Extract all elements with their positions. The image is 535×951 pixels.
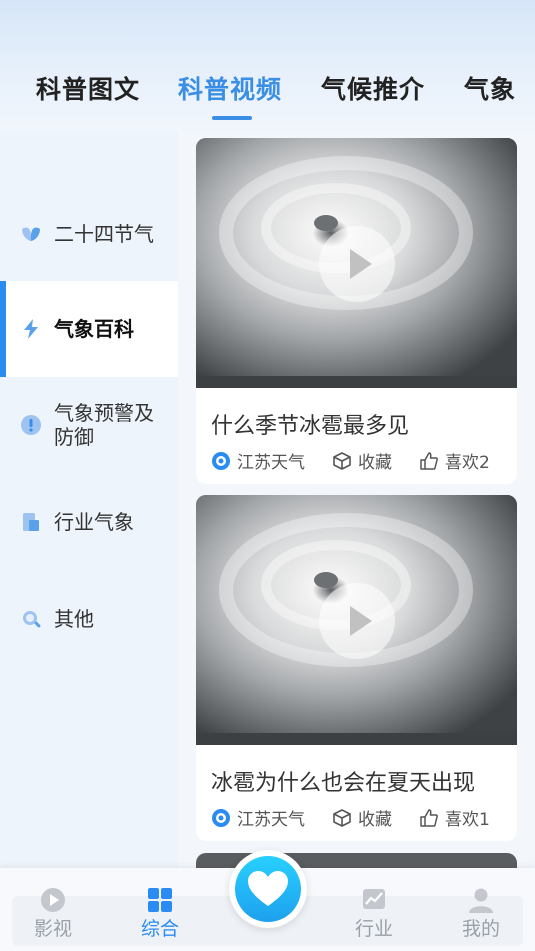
document-icon: [23, 513, 39, 531]
video-thumbnail[interactable]: [196, 495, 517, 745]
tab-qixiang[interactable]: 气象: [464, 70, 516, 106]
tab-qihou-tuijie[interactable]: 气候推介: [321, 70, 425, 106]
chart-icon: [363, 889, 385, 909]
source-label: 江苏天气: [237, 453, 305, 473]
like-button[interactable]: 喜欢2: [419, 448, 490, 473]
video-card[interactable]: 冰雹为什么也会在夏天出现 江苏天气 收藏 喜欢1: [196, 495, 517, 841]
sidebar-item-label: 气象百科: [54, 317, 134, 341]
tab-kepu-shipin[interactable]: 科普视频: [178, 70, 282, 106]
nav-item-video[interactable]: 影视: [18, 886, 88, 941]
nav-label: 行业: [354, 918, 393, 940]
active-tab-indicator: [212, 116, 252, 120]
like-label: 喜欢1: [445, 810, 490, 830]
collect-label: 收藏: [358, 810, 392, 830]
video-card[interactable]: 什么季节冰雹最多见 江苏天气 收藏 喜欢2: [196, 138, 517, 484]
source-logo-icon: [212, 451, 230, 470]
like-label: 喜欢2: [445, 453, 490, 473]
grid-icon: [148, 888, 172, 912]
nav-label: 我的: [461, 918, 500, 940]
cube-icon: [333, 808, 351, 827]
collect-button[interactable]: 收藏: [332, 805, 392, 830]
video-title: 冰雹为什么也会在夏天出现: [211, 771, 476, 796]
magnifier-icon: [23, 611, 41, 628]
nav-item-mine[interactable]: 我的: [446, 886, 516, 941]
leaf-icon: [22, 227, 40, 241]
sidebar-item-label: 行业气象: [54, 510, 134, 534]
sidebar-item-label: 气象预警及防御: [54, 401, 154, 449]
like-button[interactable]: 喜欢1: [419, 805, 490, 830]
source: 江苏天气: [211, 448, 305, 473]
person-icon: [469, 888, 493, 913]
lightning-icon: [24, 319, 38, 339]
collect-button[interactable]: 收藏: [332, 448, 392, 473]
sidebar-item-encyclopedia[interactable]: 气象百科: [0, 281, 178, 377]
video-title: 什么季节冰雹最多见: [211, 414, 410, 439]
sidebar-item-other[interactable]: 其他: [0, 571, 178, 667]
source-logo-icon: [212, 808, 230, 827]
thumbs-up-icon: [420, 808, 438, 827]
video-thumbnail[interactable]: [196, 138, 517, 388]
sidebar-item-warning[interactable]: 气象预警及防御: [0, 377, 178, 473]
collect-label: 收藏: [358, 453, 392, 473]
video-meta: 江苏天气 收藏 喜欢1: [211, 805, 511, 830]
center-heart-button[interactable]: [229, 850, 307, 928]
heart-icon: [248, 871, 288, 906]
nav-item-general[interactable]: 综合: [125, 886, 195, 941]
play-circle-icon: [41, 888, 65, 912]
tab-kepu-tuwen[interactable]: 科普图文: [36, 70, 140, 106]
sidebar-item-industry[interactable]: 行业气象: [0, 474, 178, 570]
header: 科普图文 科普视频 气候推介 气象: [0, 0, 535, 132]
warning-icon: [21, 415, 41, 435]
sidebar: 二十四节气 气象百科 气象预警及防御 行业气象 其他: [0, 132, 178, 868]
source-label: 江苏天气: [237, 810, 305, 830]
nav-item-industry[interactable]: 行业: [339, 886, 409, 941]
thumbs-up-icon: [420, 451, 438, 470]
play-button[interactable]: [319, 226, 395, 302]
source: 江苏天气: [211, 805, 305, 830]
play-button[interactable]: [319, 583, 395, 659]
video-meta: 江苏天气 收藏 喜欢2: [211, 448, 511, 473]
nav-label: 影视: [33, 918, 72, 940]
sidebar-item-solar-terms[interactable]: 二十四节气: [0, 186, 178, 282]
category-tabs: 科普图文 科普视频 气候推介 气象: [0, 70, 535, 114]
sidebar-item-label: 二十四节气: [54, 222, 154, 246]
sidebar-item-label: 其他: [54, 607, 94, 631]
nav-label: 综合: [140, 918, 179, 940]
cube-icon: [333, 451, 351, 470]
